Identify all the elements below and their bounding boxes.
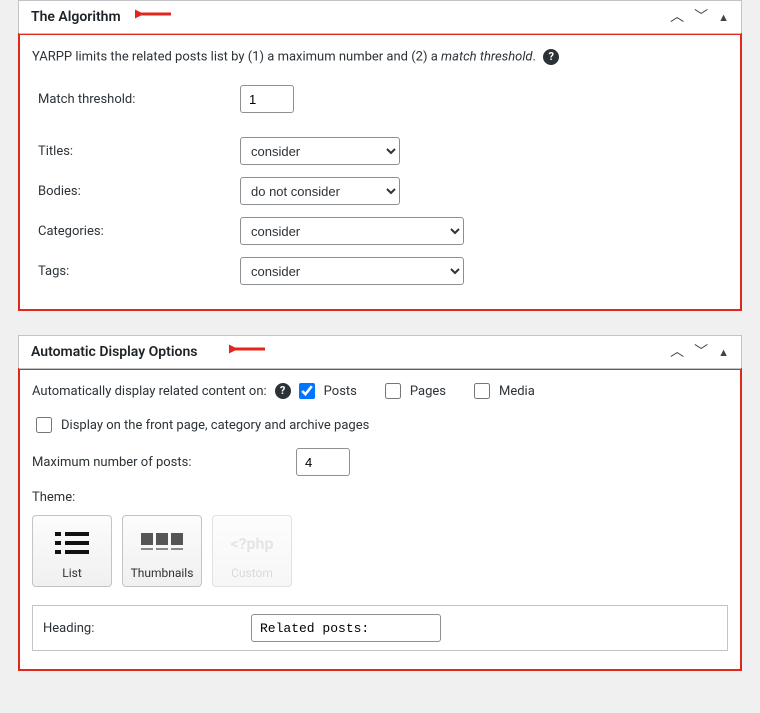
pages-checkbox-label[interactable]: Pages (381, 380, 446, 402)
toggle-icon[interactable]: ▲ (718, 347, 729, 358)
front-page-text: Display on the front page, category and … (61, 418, 369, 433)
callout-arrow-icon (135, 5, 173, 23)
pages-text: Pages (410, 384, 446, 399)
media-checkbox[interactable] (474, 383, 490, 399)
posts-checkbox-label[interactable]: Posts (295, 380, 357, 402)
bodies-label: Bodies: (32, 171, 240, 211)
titles-select[interactable]: consider (240, 137, 400, 165)
max-posts-row: Maximum number of posts: (32, 448, 728, 476)
theme-custom-label: Custom (231, 566, 273, 580)
php-icon: <?php (231, 524, 274, 562)
panel-controls: ︿ ﹀ ▲ (670, 10, 729, 24)
theme-label: Theme: (32, 490, 728, 505)
display-body: Automatically display related content on… (18, 368, 742, 671)
thumbnails-icon (139, 524, 185, 562)
move-up-icon[interactable]: ︿ (670, 345, 684, 359)
media-checkbox-label[interactable]: Media (470, 380, 535, 402)
panel-controls: ︿ ﹀ ▲ (670, 345, 729, 359)
heading-input[interactable] (251, 614, 441, 642)
algorithm-panel-header: The Algorithm ︿ ﹀ ▲ (19, 1, 741, 34)
front-page-checkbox-label[interactable]: Display on the front page, category and … (32, 414, 369, 436)
categories-label: Categories: (32, 211, 240, 251)
front-page-checkbox[interactable] (36, 417, 52, 433)
display-title: Automatic Display Options (31, 344, 197, 360)
auto-display-row: Automatically display related content on… (32, 380, 728, 402)
toggle-icon[interactable]: ▲ (718, 12, 729, 23)
pages-checkbox[interactable] (385, 383, 401, 399)
list-icon (53, 524, 91, 562)
display-panel-header: Automatic Display Options ︿ ﹀ ▲ (19, 336, 741, 369)
posts-checkbox[interactable] (299, 383, 315, 399)
move-up-icon[interactable]: ︿ (670, 10, 684, 24)
max-posts-label: Maximum number of posts: (32, 455, 288, 470)
heading-row: Heading: (32, 605, 728, 651)
match-threshold-input[interactable] (240, 85, 294, 113)
theme-custom-card[interactable]: <?php Custom (212, 515, 292, 587)
posts-text: Posts (324, 384, 357, 399)
categories-select[interactable]: consider (240, 217, 464, 245)
media-text: Media (499, 384, 535, 399)
theme-options: List Thumbnails <?php Custom (32, 515, 728, 587)
front-page-row: Display on the front page, category and … (32, 414, 728, 436)
intro-text-em: match threshold (441, 49, 533, 64)
tags-label: Tags: (32, 251, 240, 291)
auto-display-label: Automatically display related content on… (32, 384, 267, 399)
bodies-select[interactable]: do not consider (240, 177, 400, 205)
theme-thumbs-label: Thumbnails (131, 566, 194, 580)
display-options-panel: Automatic Display Options ︿ ﹀ ▲ Automati… (18, 335, 742, 671)
tags-select[interactable]: consider (240, 257, 464, 285)
algorithm-intro: YARPP limits the related posts list by (… (32, 49, 728, 65)
move-down-icon[interactable]: ﹀ (694, 10, 708, 24)
help-icon[interactable]: ? (543, 49, 559, 65)
max-posts-input[interactable] (296, 448, 350, 476)
algorithm-body: YARPP limits the related posts list by (… (18, 33, 742, 311)
algorithm-panel: The Algorithm ︿ ﹀ ▲ YARPP limits the rel… (18, 0, 742, 311)
titles-label: Titles: (32, 131, 240, 171)
theme-list-label: List (62, 566, 82, 580)
callout-arrow-icon (229, 340, 267, 358)
help-icon[interactable]: ? (275, 383, 291, 399)
algorithm-fields: Match threshold: Titles: consider Bodies… (32, 79, 728, 291)
match-threshold-label: Match threshold: (32, 79, 240, 119)
intro-text-post: . (533, 49, 536, 64)
intro-text-pre: YARPP limits the related posts list by (… (32, 49, 441, 64)
move-down-icon[interactable]: ﹀ (694, 345, 708, 359)
heading-label: Heading: (43, 621, 251, 636)
theme-list-card[interactable]: List (32, 515, 112, 587)
theme-thumbnails-card[interactable]: Thumbnails (122, 515, 202, 587)
algorithm-title: The Algorithm (31, 9, 121, 25)
